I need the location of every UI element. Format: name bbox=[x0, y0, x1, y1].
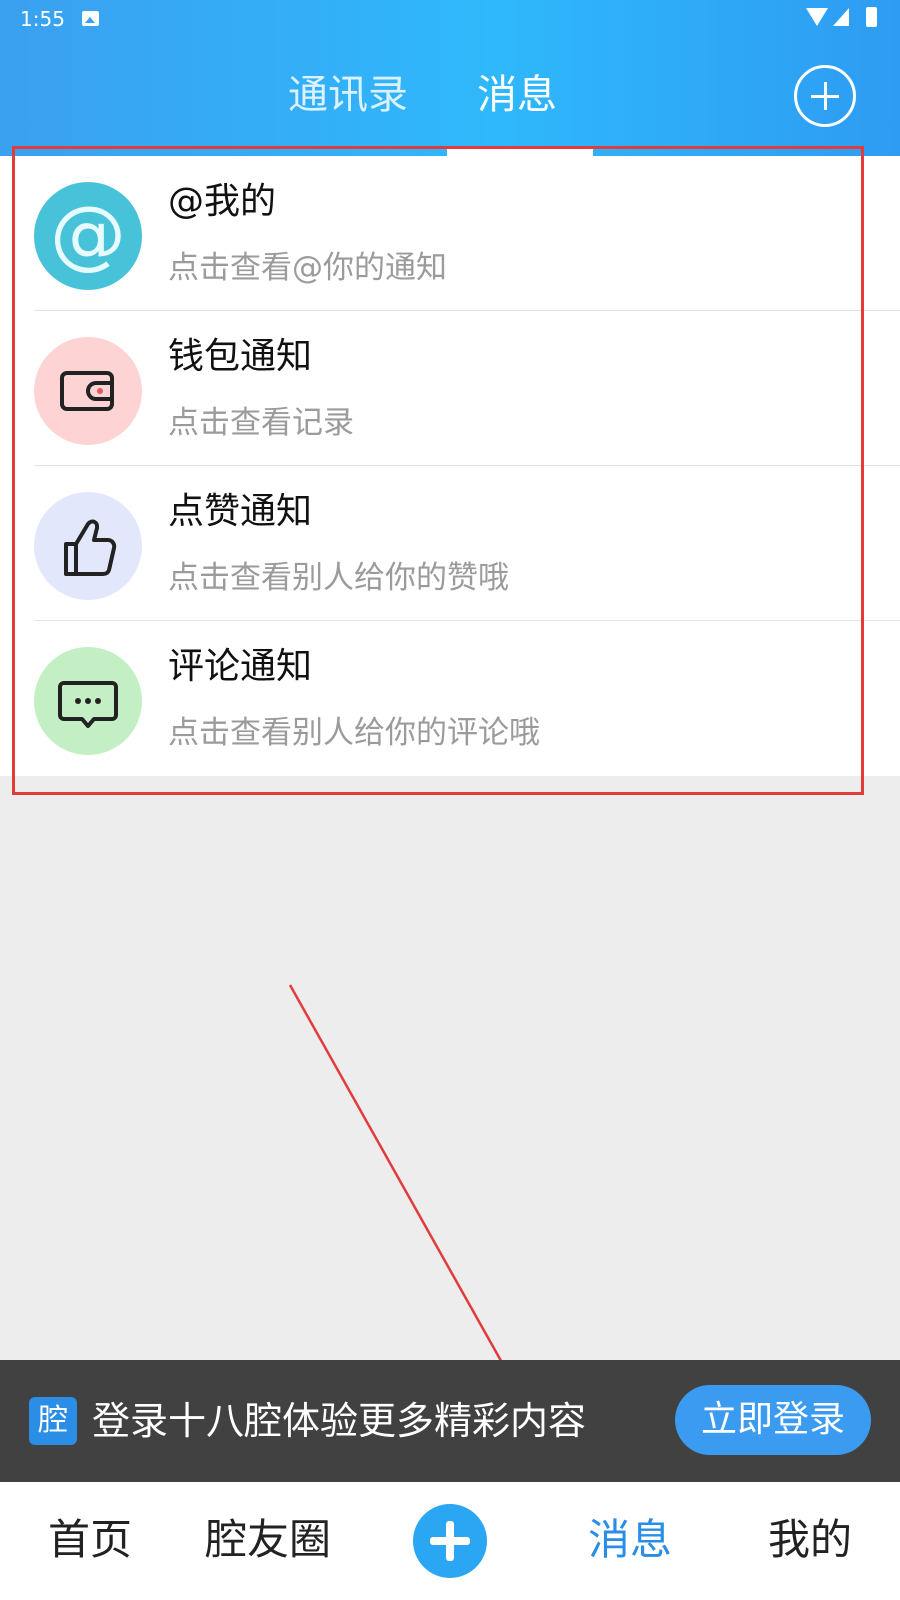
nav-home[interactable]: 首页 bbox=[48, 1512, 132, 1568]
add-post-icon[interactable] bbox=[413, 1504, 487, 1578]
nav-messages[interactable]: 消息 bbox=[588, 1512, 672, 1568]
login-now-button[interactable]: 立即登录 bbox=[675, 1385, 871, 1455]
nav-me[interactable]: 我的 bbox=[768, 1512, 852, 1568]
nav-circle[interactable]: 腔友圈 bbox=[205, 1512, 331, 1568]
app-logo: 腔 bbox=[29, 1397, 77, 1445]
login-banner-message: 登录十八腔体验更多精彩内容 bbox=[92, 1399, 587, 1443]
bottom-nav: 首页 腔友圈 消息 我的 bbox=[0, 1482, 900, 1600]
login-banner: 腔 登录十八腔体验更多精彩内容 立即登录 bbox=[0, 1360, 900, 1482]
